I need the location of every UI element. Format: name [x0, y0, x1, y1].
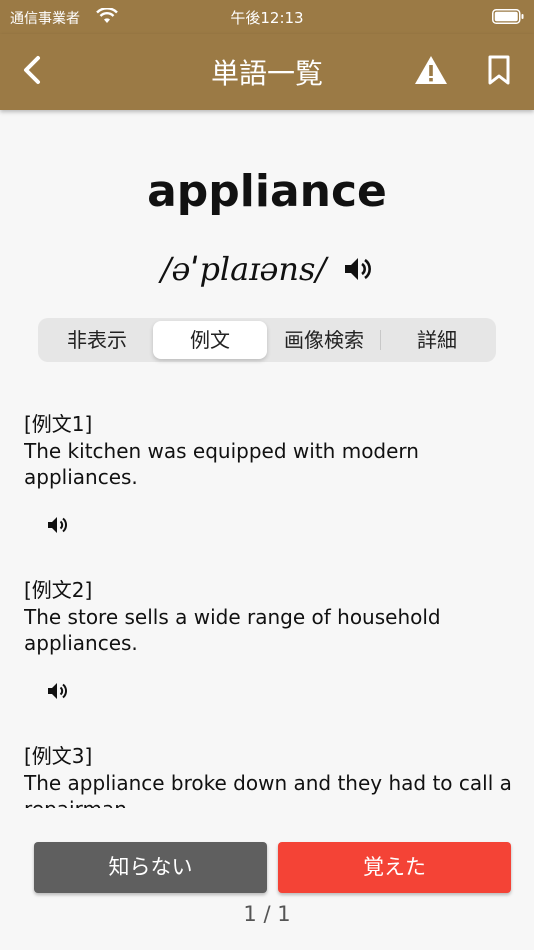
example-label: [例文3]: [24, 744, 93, 768]
example-label: [例文2]: [24, 578, 93, 602]
example-item: [例文2] The store sells a wide range of ho…: [24, 576, 520, 702]
status-time: 午後12:13: [230, 9, 304, 27]
example-text: The kitchen was equipped with modern app…: [24, 439, 419, 489]
dont-know-button[interactable]: 知らない: [34, 842, 267, 893]
tab-hide[interactable]: 非表示: [40, 321, 154, 359]
navigation-bar: 単語一覧: [0, 34, 534, 110]
status-bar: 通信事業者 午後12:13: [0, 0, 534, 34]
bookmark-icon[interactable]: [486, 54, 512, 86]
battery-icon: [492, 9, 524, 24]
example-item: [例文3] The appliance broke down and they …: [24, 742, 520, 808]
pronunciation-row: /əˈplaɪəns/: [0, 250, 534, 288]
example-text: The store sells a wide range of househol…: [24, 605, 441, 655]
warning-icon[interactable]: [414, 54, 448, 86]
learned-button[interactable]: 覚えた: [278, 842, 511, 893]
speaker-icon[interactable]: [46, 680, 70, 702]
example-label: [例文1]: [24, 412, 93, 436]
tab-examples[interactable]: 例文: [153, 321, 267, 359]
example-item: [例文1] The kitchen was equipped with mode…: [24, 410, 520, 536]
headword: appliance: [147, 166, 387, 217]
speaker-icon[interactable]: [343, 255, 373, 283]
page-counter: 1 / 1: [243, 902, 291, 926]
pronunciation: /əˈplaɪəns/: [160, 250, 327, 288]
example-list[interactable]: [例文1] The kitchen was equipped with mode…: [24, 410, 520, 808]
segmented-tabs: 非表示 例文 画像検索 詳細: [38, 318, 496, 362]
page-title: 単語一覧: [210, 57, 323, 90]
example-text: The appliance broke down and they had to…: [24, 771, 512, 808]
tab-details[interactable]: 詳細: [380, 321, 494, 359]
speaker-icon[interactable]: [46, 514, 70, 536]
tab-image-search[interactable]: 画像検索: [267, 321, 381, 359]
